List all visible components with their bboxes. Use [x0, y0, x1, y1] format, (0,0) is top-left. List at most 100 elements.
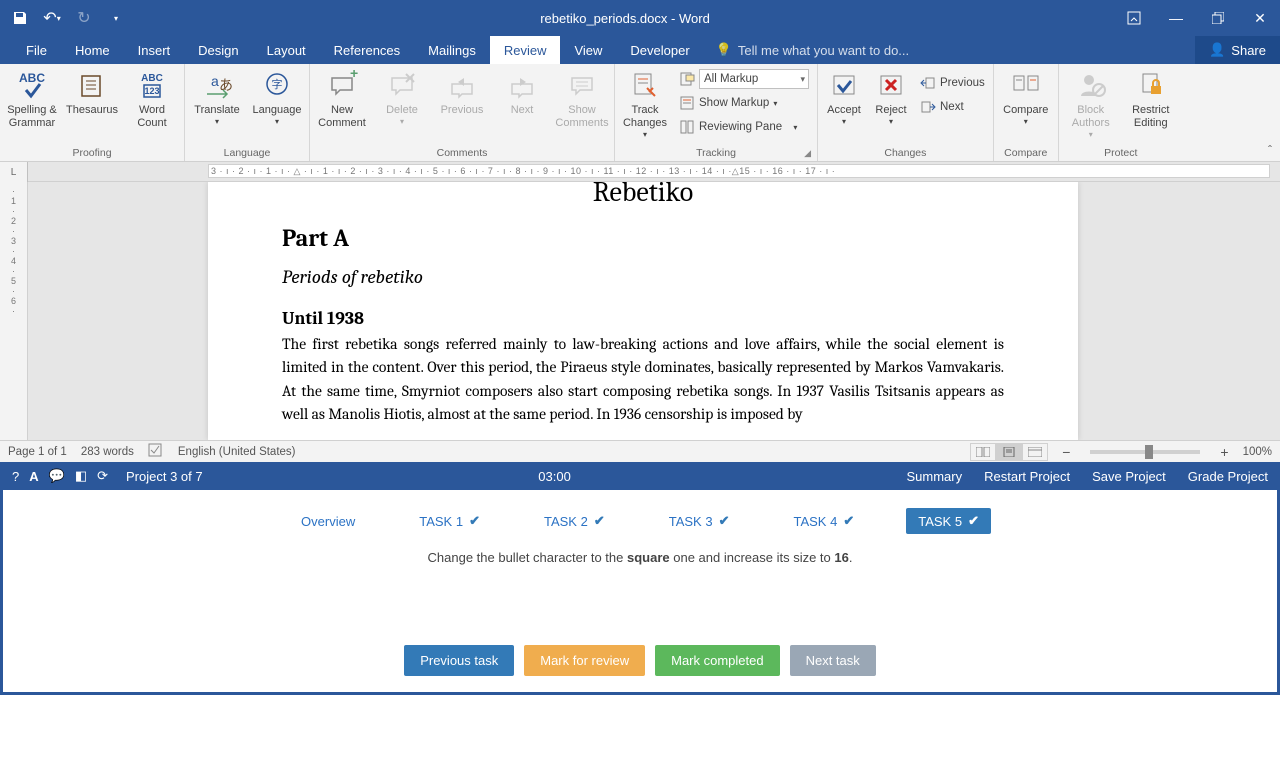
refresh-icon[interactable]: ⟳	[97, 468, 108, 484]
document-page[interactable]: Rebetiko Part A Periods of rebetiko Unti…	[208, 182, 1078, 440]
ruler-vertical[interactable]: ·1·2·3·4·5·6·	[0, 182, 28, 440]
tab-mailings[interactable]: Mailings	[414, 36, 490, 64]
next-task-button[interactable]: Next task	[790, 645, 876, 676]
redo-icon[interactable]: ↻	[72, 6, 96, 30]
status-words[interactable]: 283 words	[81, 446, 134, 458]
group-label-proofing: Proofing	[4, 145, 180, 161]
ribbon-tabs: File Home Insert Design Layout Reference…	[0, 36, 1280, 64]
language-button[interactable]: 字Language▾	[249, 68, 305, 140]
tab-selector[interactable]: L	[0, 162, 28, 182]
status-page[interactable]: Page 1 of 1	[8, 446, 67, 458]
translate-button[interactable]: aあTranslate▾	[189, 68, 245, 140]
previous-change-button[interactable]: Previous	[916, 72, 989, 94]
svg-text:123: 123	[144, 86, 159, 96]
tab-developer[interactable]: Developer	[616, 36, 703, 64]
restrict-editing-button[interactable]: Restrict Editing	[1123, 68, 1179, 140]
tab-review[interactable]: Review	[490, 36, 561, 64]
show-markup-dropdown[interactable]: Show Markup ▾	[675, 92, 813, 114]
doc-part-a[interactable]: Part A	[268, 216, 1018, 258]
view-read-mode[interactable]	[970, 443, 996, 461]
collapse-ribbon-icon[interactable]: ˆ	[1268, 143, 1272, 157]
tab-insert[interactable]: Insert	[124, 36, 185, 64]
doc-title[interactable]: Rebetiko	[268, 182, 1018, 216]
tab-file[interactable]: File	[12, 36, 61, 64]
undo-icon[interactable]: ↶ ▾	[40, 6, 64, 30]
status-proofing-icon[interactable]	[148, 443, 164, 460]
check-icon: ✔	[594, 513, 605, 529]
training-panel: Overview TASK 1✔ TASK 2✔ TASK 3✔ TASK 4✔…	[0, 490, 1280, 695]
zoom-thumb[interactable]	[1145, 445, 1153, 459]
restore-icon[interactable]	[1206, 6, 1230, 30]
summary-link[interactable]: Summary	[906, 469, 962, 484]
task-instruction: Change the bullet character to the squar…	[3, 544, 1277, 645]
markup-display-dropdown[interactable]: All Markup	[675, 68, 813, 90]
trainer-toolbar: ? A 💬 ◧ ⟳ Project 3 of 7 03:00 Summary R…	[0, 462, 1280, 490]
tab-view[interactable]: View	[560, 36, 616, 64]
spelling-grammar-button[interactable]: ABCSpelling & Grammar	[4, 68, 60, 140]
previous-comment-button: Previous	[434, 68, 490, 140]
block-authors-icon	[1075, 70, 1107, 102]
save-icon[interactable]	[8, 6, 32, 30]
accept-button[interactable]: Accept▾	[822, 68, 866, 140]
new-comment-button[interactable]: +New Comment	[314, 68, 370, 140]
group-protect: Block Authors▾ Restrict Editing Protect	[1059, 64, 1183, 161]
tab-references[interactable]: References	[320, 36, 414, 64]
prev-change-icon	[920, 75, 936, 91]
tell-me-search[interactable]: 💡 Tell me what you want to do...	[704, 36, 1195, 64]
reviewing-pane-icon	[679, 119, 695, 135]
qat-customize-icon[interactable]: ▾	[104, 6, 128, 30]
tab-task-5[interactable]: TASK 5✔	[906, 508, 991, 534]
tab-home[interactable]: Home	[61, 36, 124, 64]
ruler-horizontal[interactable]: 3 · ı · 2 · ı · 1 · ı · △ · ı · 1 · ı · …	[208, 164, 1270, 178]
status-language[interactable]: English (United States)	[178, 446, 296, 458]
restart-project-link[interactable]: Restart Project	[984, 469, 1070, 484]
font-size-icon[interactable]: A	[29, 469, 38, 484]
tab-design[interactable]: Design	[184, 36, 252, 64]
track-changes-button[interactable]: Track Changes▾	[619, 68, 671, 140]
doc-heading-until[interactable]: Until 1938	[268, 296, 1018, 333]
minimize-icon[interactable]: —	[1164, 6, 1188, 30]
ribbon-display-icon[interactable]	[1122, 6, 1146, 30]
zoom-in-button[interactable]: +	[1220, 444, 1228, 460]
tracking-options: All Markup Show Markup ▾ Reviewing Pane …	[675, 68, 813, 138]
view-print-layout[interactable]	[996, 443, 1022, 461]
close-icon[interactable]: ✕	[1248, 6, 1272, 30]
tab-task-3[interactable]: TASK 3✔	[657, 508, 742, 534]
group-label-compare: Compare	[998, 145, 1054, 161]
next-change-button[interactable]: Next	[916, 96, 989, 118]
zoom-slider[interactable]	[1090, 450, 1200, 454]
mark-completed-button[interactable]: Mark completed	[655, 645, 779, 676]
tab-task-2[interactable]: TASK 2✔	[532, 508, 617, 534]
doc-body-paragraph[interactable]: The first rebetika songs referred mainly…	[268, 333, 1018, 426]
comment-icon[interactable]: 💬	[49, 468, 65, 484]
tracking-dialog-launcher-icon[interactable]: ◢	[804, 148, 811, 159]
lightbulb-icon: 💡	[716, 42, 732, 58]
view-web-layout[interactable]	[1022, 443, 1048, 461]
zoom-level[interactable]: 100%	[1243, 446, 1272, 458]
word-count-button[interactable]: ABC123Word Count	[124, 68, 180, 140]
tab-overview[interactable]: Overview	[289, 508, 367, 534]
tab-task-4[interactable]: TASK 4✔	[781, 508, 866, 534]
group-changes: Accept▾ Reject▾ Previous Next Changes	[818, 64, 994, 161]
tab-task-1[interactable]: TASK 1✔	[407, 508, 492, 534]
layout-icon[interactable]: ◧	[75, 468, 87, 484]
reviewing-pane-dropdown[interactable]: Reviewing Pane ▾	[675, 116, 813, 138]
group-label-protect: Protect	[1063, 145, 1179, 161]
save-project-link[interactable]: Save Project	[1092, 469, 1166, 484]
help-icon[interactable]: ?	[12, 469, 19, 484]
compare-button[interactable]: Compare▾	[998, 68, 1054, 140]
previous-task-button[interactable]: Previous task	[404, 645, 514, 676]
thesaurus-button[interactable]: Thesaurus	[64, 68, 120, 140]
reject-button[interactable]: Reject▾	[870, 68, 912, 140]
zoom-out-button[interactable]: −	[1062, 444, 1070, 460]
grade-project-link[interactable]: Grade Project	[1188, 469, 1268, 484]
share-button[interactable]: 👤 Share	[1195, 36, 1280, 64]
delete-comment-icon	[386, 70, 418, 102]
tab-layout[interactable]: Layout	[253, 36, 320, 64]
changes-nav: Previous Next	[916, 68, 989, 118]
check-icon: ✔	[968, 513, 979, 529]
ribbon-review: ABCSpelling & Grammar Thesaurus ABC123Wo…	[0, 64, 1280, 162]
view-buttons	[970, 443, 1048, 461]
mark-for-review-button[interactable]: Mark for review	[524, 645, 645, 676]
doc-subtitle[interactable]: Periods of rebetiko	[268, 258, 1018, 296]
